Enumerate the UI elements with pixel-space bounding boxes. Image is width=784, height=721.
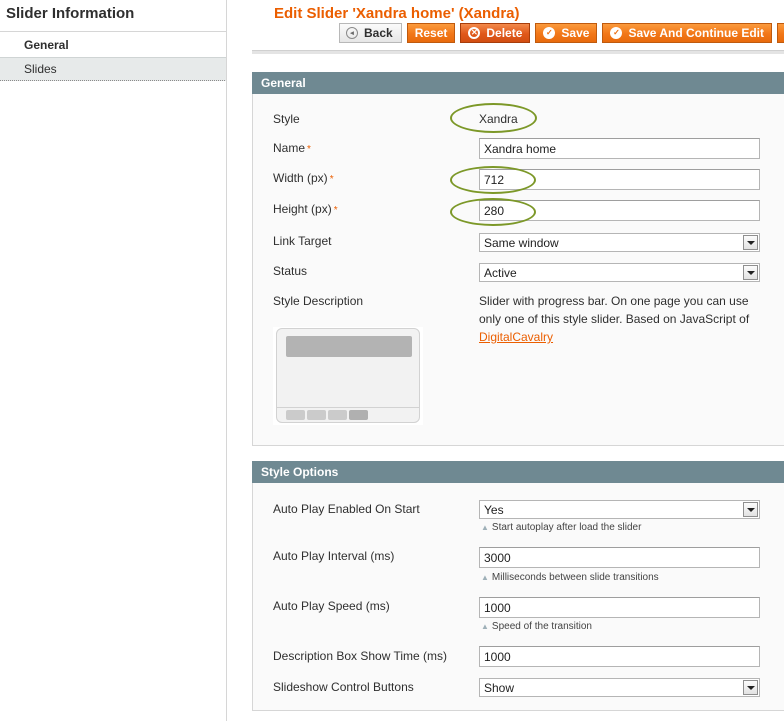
chevron-down-icon[interactable] <box>743 680 758 695</box>
link-target-select[interactable]: Same window <box>479 233 760 252</box>
back-button[interactable]: ◂ Back <box>339 23 402 43</box>
sidebar-item-general[interactable]: General <box>0 33 227 57</box>
header-divider <box>252 50 784 54</box>
preview-thumb-1 <box>286 410 305 420</box>
page-title: Edit Slider 'Xandra home' (Xandra) <box>274 5 520 22</box>
check-icon: ✓ <box>543 27 556 39</box>
status-label: Status <box>273 264 308 278</box>
autoplay-enabled-label: Auto Play Enabled On Start <box>273 502 420 516</box>
note-triangle-icon: ▲ <box>481 523 489 532</box>
desc-box-time-input[interactable]: 1000 <box>479 646 760 667</box>
delete-icon: ✕ <box>468 27 481 39</box>
save-label: Save <box>561 26 590 40</box>
width-label: Width (px) * <box>273 171 334 185</box>
back-label: Back <box>364 26 393 40</box>
autoplay-interval-label: Auto Play Interval (ms) <box>273 549 395 563</box>
desc-box-time-label: Description Box Show Time (ms) <box>273 649 448 663</box>
height-input[interactable]: 280 <box>479 200 760 221</box>
digitalcavalry-link[interactable]: DigitalCavalry <box>479 330 553 344</box>
reset-label: Reset <box>414 26 448 40</box>
sidebar-divider <box>226 0 227 721</box>
status-select[interactable]: Active <box>479 263 760 282</box>
note-triangle-icon: ▲ <box>481 622 489 631</box>
chevron-down-icon[interactable] <box>743 235 758 250</box>
width-label-text: Width (px) <box>273 171 328 185</box>
back-arrow-icon: ◂ <box>346 27 358 39</box>
control-buttons-value: Show <box>484 681 515 695</box>
autoplay-speed-note: ▲ Speed of the transition <box>481 621 592 632</box>
delete-label: Delete <box>486 26 523 40</box>
autoplay-speed-label: Auto Play Speed (ms) <box>273 599 390 613</box>
chevron-down-icon[interactable] <box>743 502 758 517</box>
style-description-label: Style Description <box>273 294 364 308</box>
height-label: Height (px) * <box>273 202 338 216</box>
extra-button[interactable] <box>777 23 784 43</box>
autoplay-interval-input[interactable]: 3000 <box>479 547 760 568</box>
autoplay-speed-note-text: Speed of the transition <box>491 621 592 632</box>
link-target-value: Same window <box>484 236 559 250</box>
preview-thumb-4 <box>349 410 368 420</box>
delete-button[interactable]: ✕ Delete <box>460 23 531 43</box>
name-input[interactable]: Xandra home <box>479 138 760 159</box>
autoplay-enabled-value: Yes <box>484 503 504 517</box>
preview-thumb-2 <box>307 410 326 420</box>
check-icon: ✓ <box>610 27 623 39</box>
sidebar: Slider Information General Slides <box>0 0 227 721</box>
required-asterisk: * <box>329 174 334 185</box>
autoplay-speed-input[interactable]: 1000 <box>479 597 760 618</box>
sidebar-item-slides[interactable]: Slides <box>0 57 227 81</box>
autoplay-enabled-note-text: Start autoplay after load the slider <box>491 522 642 533</box>
sidebar-title: Slider Information <box>0 0 227 32</box>
autoplay-interval-note-text: Milliseconds between slide transitions <box>491 572 659 583</box>
chevron-down-icon[interactable] <box>743 265 758 280</box>
style-value: Xandra <box>479 112 518 126</box>
preview-divider <box>277 407 419 408</box>
note-triangle-icon: ▲ <box>481 573 489 582</box>
required-asterisk: * <box>333 205 338 216</box>
width-input[interactable]: 712 <box>479 169 760 190</box>
status-value: Active <box>484 266 517 280</box>
autoplay-enabled-note: ▲ Start autoplay after load the slider <box>481 522 641 533</box>
style-preview-image <box>273 327 423 425</box>
control-buttons-label: Slideshow Control Buttons <box>273 680 414 694</box>
save-button[interactable]: ✓ Save <box>535 23 598 43</box>
required-asterisk: * <box>307 144 311 155</box>
style-label: Style <box>273 112 300 126</box>
slider-preview-frame <box>276 328 420 423</box>
height-label-text: Height (px) <box>273 202 332 216</box>
save-and-continue-button[interactable]: ✓ Save And Continue Edit <box>602 23 772 43</box>
link-target-label: Link Target <box>273 234 332 248</box>
style-options-section-header: Style Options <box>252 461 784 483</box>
preview-progress-bar <box>286 336 412 357</box>
control-buttons-select[interactable]: Show <box>479 678 760 697</box>
autoplay-interval-note: ▲ Milliseconds between slide transitions <box>481 572 659 583</box>
general-section-header: General <box>252 72 784 94</box>
action-buttons: ◂ Back Reset ✕ Delete ✓ Save ✓ Save And … <box>339 23 784 43</box>
name-label: Name * <box>273 141 311 155</box>
style-description-body: Slider with progress bar. On one page yo… <box>479 294 750 326</box>
save-and-continue-label: Save And Continue Edit <box>628 26 764 40</box>
preview-thumb-3 <box>328 410 347 420</box>
reset-button[interactable]: Reset <box>406 23 456 43</box>
style-description-text: Slider with progress bar. On one page yo… <box>479 292 764 346</box>
name-label-text: Name <box>273 141 306 155</box>
autoplay-enabled-select[interactable]: Yes <box>479 500 760 519</box>
